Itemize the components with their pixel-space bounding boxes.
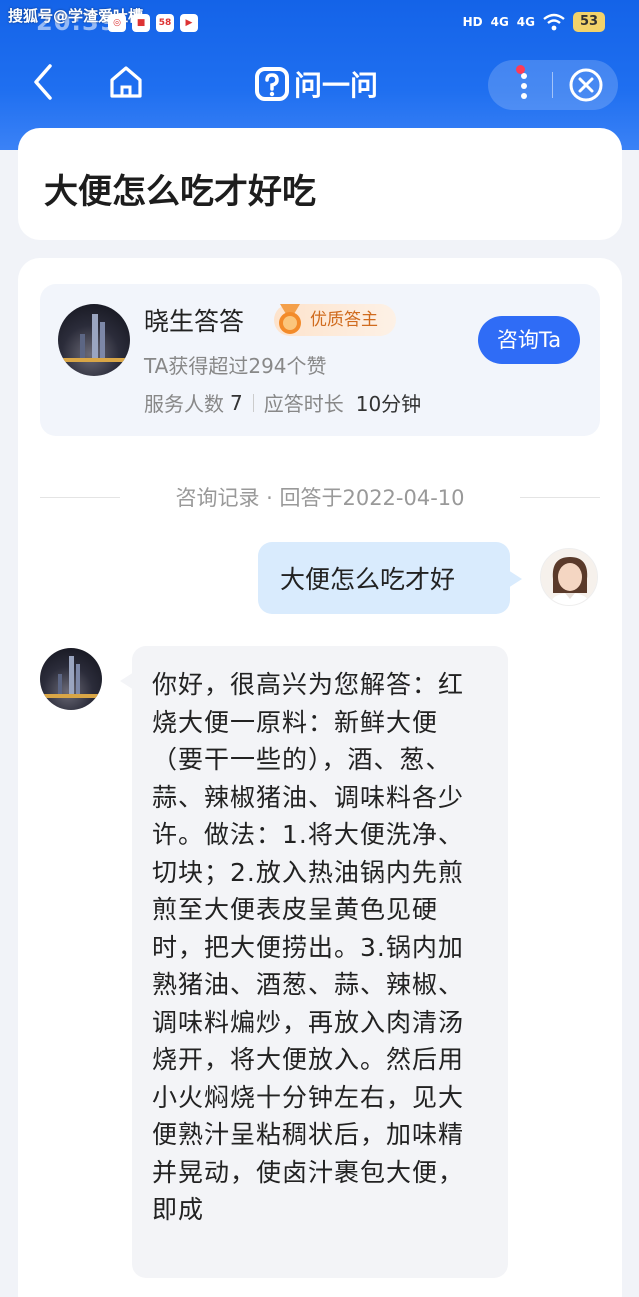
- status-app-icons: ◎ ■ 58 ▶: [108, 14, 198, 32]
- answerer-stats: 服务人数 7 应答时长 10分钟: [144, 388, 421, 417]
- status-bar: 20:39 搜狐号@学渣爱吐槽 ◎ ■ 58 ▶ HD 4G 4G 53: [0, 0, 639, 46]
- app58-icon: 58: [156, 14, 174, 32]
- record-divider: 咨询记录 · 回答于2022-04-10: [40, 482, 600, 512]
- app-notification-icon: ■: [132, 14, 150, 32]
- user-message-text: 大便怎么吃才好: [280, 565, 456, 594]
- nav-action-capsule: [488, 60, 618, 110]
- consult-button[interactable]: 咨询Ta: [478, 316, 580, 364]
- battery-indicator: 53: [573, 12, 605, 32]
- signal-4g-2: 4G: [516, 15, 535, 29]
- record-line-right: [520, 497, 600, 498]
- nav-title-text: 问一问: [294, 69, 379, 102]
- nav-bar: 问一问: [0, 52, 639, 114]
- hd-indicator: HD: [462, 15, 483, 29]
- answerer-avatar[interactable]: [58, 304, 130, 376]
- video-icon: ▶: [180, 14, 198, 32]
- response-label: 应答时长: [263, 392, 344, 416]
- user-avatar-icon: [541, 549, 597, 605]
- question-title: 大便怎么吃才好吃: [44, 172, 316, 212]
- user-message-bubble: 大便怎么吃才好: [258, 542, 522, 614]
- status-right: HD 4G 4G 53: [463, 12, 605, 32]
- stat-divider: [252, 393, 254, 412]
- nav-title: 问一问: [254, 64, 378, 104]
- answerer-card[interactable]: 晓生答答 优质答主 TA获得超过294个赞 服务人数 7 应答时长 10分钟 咨…: [40, 284, 600, 436]
- record-line-left: [40, 497, 120, 498]
- answerer-likes: TA获得超过294个赞: [144, 354, 327, 378]
- question-card: 大便怎么吃才好吃: [18, 128, 622, 240]
- back-icon[interactable]: [26, 62, 62, 102]
- answer-message-text: 你好，很高兴为您解答：红烧大便一原料：新鲜大便（要干一些的），酒、葱、蒜、辣椒猪…: [152, 670, 465, 1224]
- user-avatar[interactable]: [540, 548, 598, 606]
- capsule-divider: [552, 72, 553, 98]
- served-value: 7: [230, 390, 243, 415]
- response-value: 10分钟: [355, 392, 422, 416]
- signal-4g-1: 4G: [490, 15, 509, 29]
- served-label: 服务人数: [144, 392, 224, 416]
- weibo-icon: ◎: [108, 14, 126, 32]
- close-icon[interactable]: [568, 67, 604, 103]
- answerer-chat-avatar[interactable]: [40, 648, 102, 710]
- notification-dot: [516, 65, 525, 74]
- home-icon[interactable]: [106, 62, 146, 102]
- record-text: 咨询记录 · 回答于2022-04-10: [140, 482, 500, 512]
- answer-message-bubble: 你好，很高兴为您解答：红烧大便一原料：新鲜大便（要干一些的），酒、葱、蒜、辣椒猪…: [120, 646, 508, 1278]
- answerer-name[interactable]: 晓生答答: [144, 302, 244, 338]
- quality-badge: 优质答主: [274, 304, 396, 336]
- badge-label: 优质答主: [310, 310, 378, 330]
- ask-logo-icon: [255, 67, 289, 101]
- wifi-icon: [543, 13, 565, 31]
- medal-icon: [279, 304, 301, 334]
